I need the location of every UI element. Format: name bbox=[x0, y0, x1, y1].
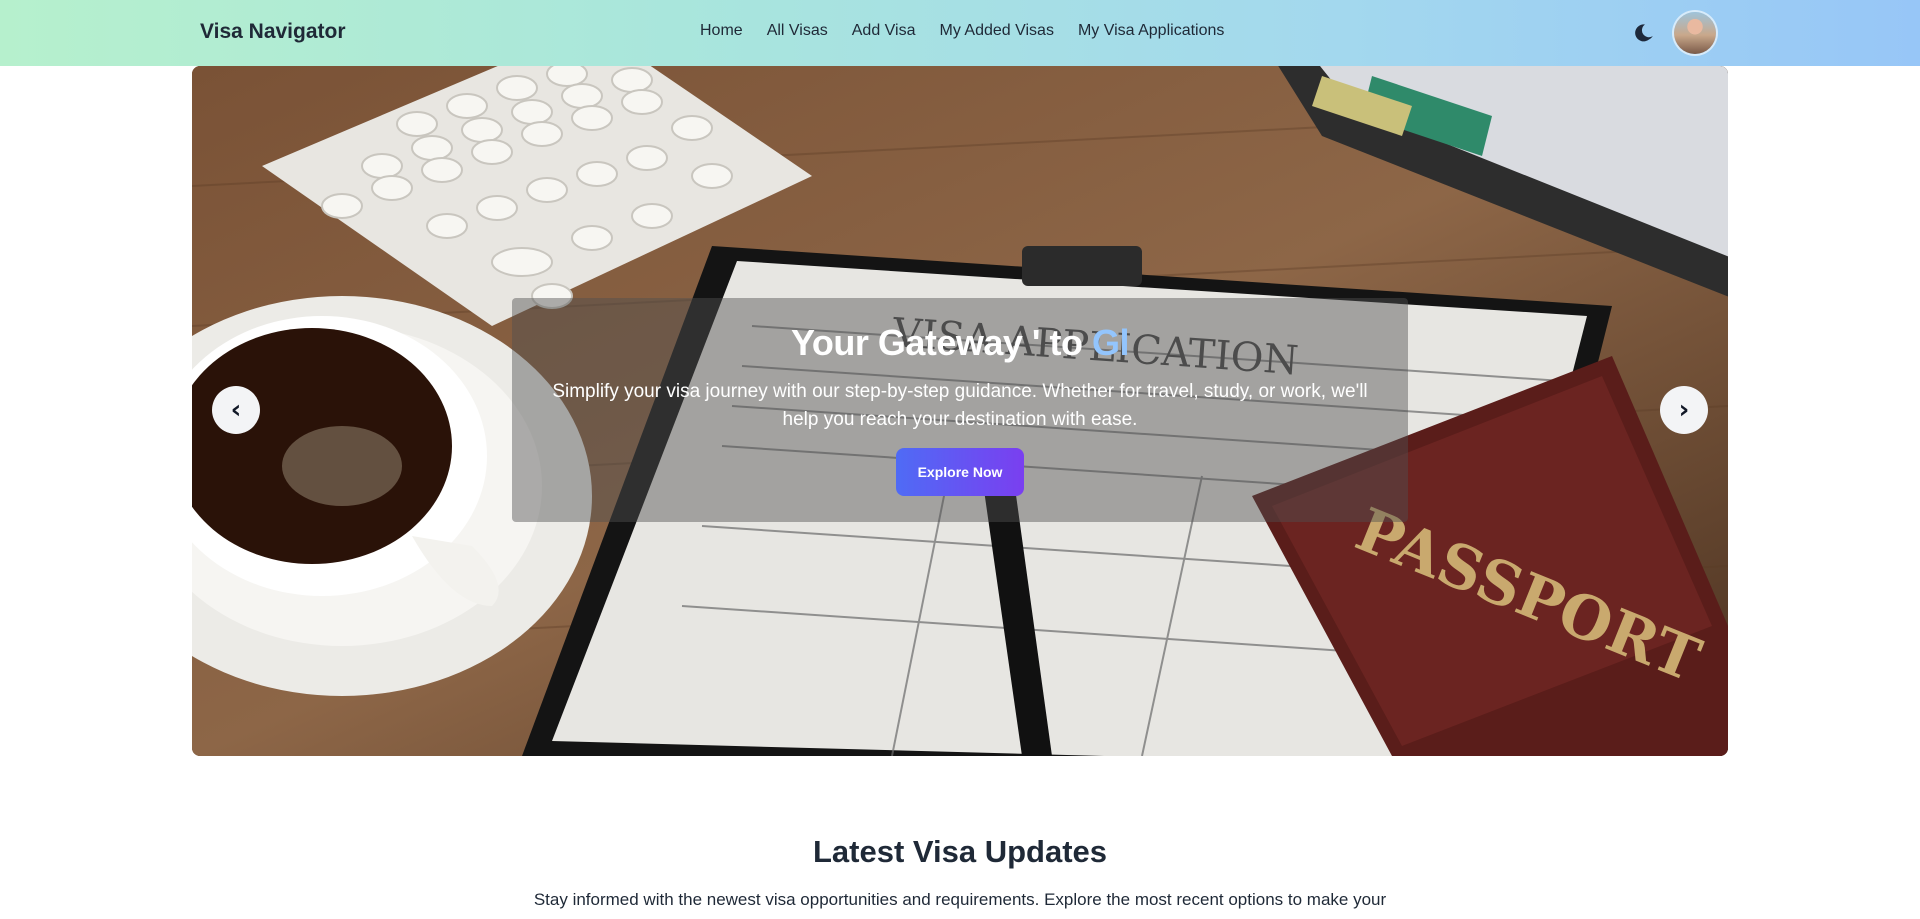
hero-title-accent: Gl bbox=[1091, 322, 1130, 363]
user-avatar[interactable] bbox=[1674, 12, 1716, 54]
explore-now-button[interactable]: Explore Now bbox=[896, 448, 1024, 496]
nav-links: Home All Visas Add Visa My Added Visas M… bbox=[700, 22, 1224, 40]
hero-caption-card: Your Gateway ' to Gl Simplify your visa … bbox=[512, 298, 1408, 522]
carousel-next-button[interactable]: › bbox=[1660, 386, 1708, 434]
nav-link-my-added-visas[interactable]: My Added Visas bbox=[940, 22, 1054, 40]
nav-link-my-visa-applications[interactable]: My Visa Applications bbox=[1078, 22, 1224, 40]
hero-title-main: Your Gateway ' to bbox=[791, 322, 1092, 363]
nav-link-add-visa[interactable]: Add Visa bbox=[852, 22, 916, 40]
hero-title: Your Gateway ' to Gl bbox=[512, 322, 1408, 364]
hero-carousel: VISA APPLICATION PASSPORT Your Gateway '… bbox=[192, 66, 1728, 756]
section-title: Latest Visa Updates bbox=[812, 834, 1108, 869]
nav-link-home[interactable]: Home bbox=[700, 22, 743, 40]
hero-subtitle: Simplify your visa journey with our step… bbox=[552, 381, 1368, 430]
nav-link-all-visas[interactable]: All Visas bbox=[767, 22, 828, 40]
brand-logo-text[interactable]: Visa Navigator bbox=[200, 20, 346, 44]
section-description: Stay informed with the newest visa oppor… bbox=[533, 890, 1387, 909]
moon-icon[interactable] bbox=[1632, 20, 1658, 46]
top-navbar: Visa Navigator Home All Visas Add Visa M… bbox=[0, 0, 1920, 66]
carousel-prev-button[interactable]: ‹ bbox=[212, 386, 260, 434]
